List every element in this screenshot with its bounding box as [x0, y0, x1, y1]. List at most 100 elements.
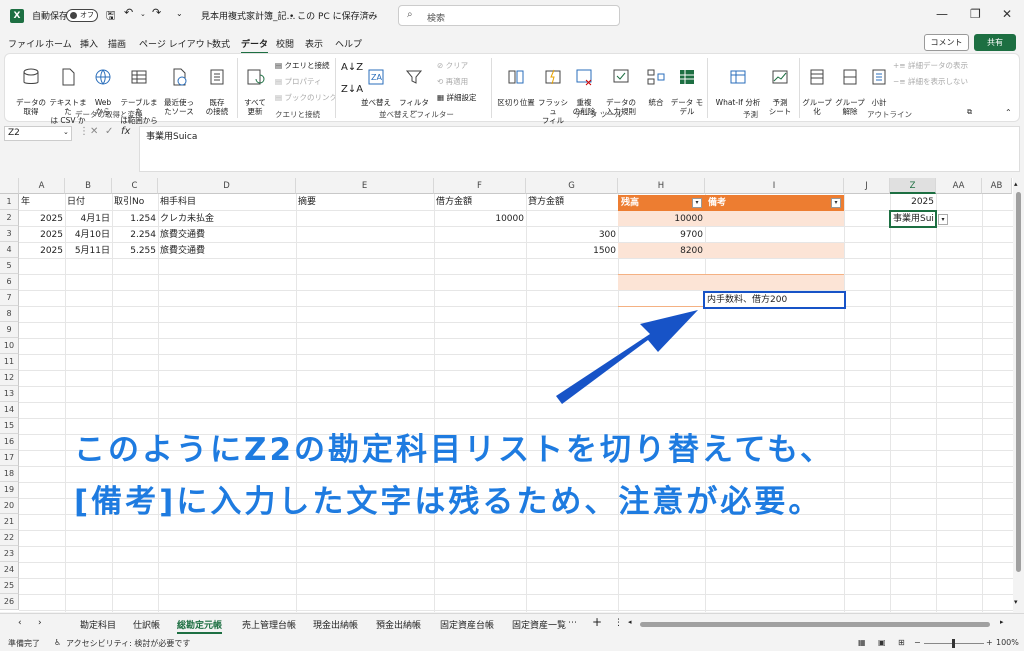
close-icon[interactable]: ✕: [1002, 7, 1012, 21]
get-data-button[interactable]: データの 取得: [11, 58, 51, 116]
col-header[interactable]: F: [434, 178, 526, 194]
restore-icon[interactable]: ❐: [970, 7, 981, 21]
col-header[interactable]: H: [618, 178, 705, 194]
sheet-tab[interactable]: 仕訳帳: [133, 618, 160, 631]
cell-a4[interactable]: 2025: [19, 243, 65, 259]
sheet-tab-active[interactable]: 総勘定元帳: [177, 618, 223, 634]
worksheet-grid[interactable]: A B C D E F G H I J Z AA AB 1 2 3 4 5 6 7 8 9 10 1…: [0, 178, 1024, 612]
row-header[interactable]: 21: [0, 514, 19, 530]
col-header[interactable]: C: [112, 178, 158, 194]
sheet-tab[interactable]: 売上管理台帳: [242, 618, 296, 631]
cell-h3[interactable]: 9700: [618, 227, 705, 243]
data-model-button[interactable]: データ モ デル: [669, 58, 705, 116]
list-dropdown-icon[interactable]: ▾: [938, 214, 948, 225]
undo-icon[interactable]: ↶: [124, 6, 133, 19]
customize-qat-icon[interactable]: ⌄: [176, 9, 183, 18]
row-header[interactable]: 15: [0, 418, 19, 434]
cell-g1[interactable]: 貸方金額: [526, 194, 618, 210]
row-header[interactable]: 23: [0, 546, 19, 562]
col-header[interactable]: AA: [936, 178, 982, 194]
existing-connections-button[interactable]: 既存 の接続: [199, 58, 235, 116]
consolidate-button[interactable]: 統合: [643, 58, 669, 107]
more-sheets-icon[interactable]: ⋯: [568, 618, 577, 628]
row-header[interactable]: 7: [0, 290, 19, 306]
cell-b4[interactable]: 5月11日: [65, 243, 112, 259]
row-header[interactable]: 3: [0, 226, 19, 242]
col-header[interactable]: A: [19, 178, 65, 194]
properties-button[interactable]: ▤ プロパティ: [275, 76, 322, 87]
vertical-scrollbar[interactable]: ▴ ▾: [1013, 178, 1024, 612]
col-header[interactable]: J: [844, 178, 890, 194]
enter-icon[interactable]: ✓: [105, 126, 113, 137]
col-header[interactable]: G: [526, 178, 618, 194]
name-box[interactable]: Z2: [4, 126, 72, 141]
row-header[interactable]: 4: [0, 242, 19, 258]
row-header[interactable]: 10: [0, 338, 19, 354]
tab-options-icon[interactable]: ⋮: [614, 618, 623, 628]
row-header[interactable]: 25: [0, 578, 19, 594]
cell-d4[interactable]: 旅費交通費: [158, 243, 296, 259]
filter-dropdown-icon[interactable]: ▾: [692, 198, 702, 208]
sheet-tab[interactable]: 固定資産一覧: [512, 618, 566, 631]
accessibility-status[interactable]: アクセシビリティ: 検討が必要です: [66, 638, 190, 649]
cell-h1-balance-header[interactable]: 残高 ▾: [618, 195, 705, 211]
remove-duplicates-button[interactable]: 重複 の削除: [569, 58, 599, 116]
cell-c2[interactable]: 1.254: [112, 211, 158, 227]
tab-review[interactable]: 校閲: [276, 37, 294, 50]
web-button[interactable]: Web から: [89, 58, 117, 116]
clear-button[interactable]: ⊘ クリア: [437, 60, 468, 71]
filter-dropdown-icon[interactable]: ▾: [831, 198, 841, 208]
row-header[interactable]: 20: [0, 498, 19, 514]
normal-view-icon[interactable]: ▦: [858, 638, 866, 647]
cell-f2[interactable]: 10000: [434, 211, 526, 227]
tab-insert[interactable]: 挿入: [80, 37, 98, 50]
undo-dropdown-icon[interactable]: ⌄: [140, 10, 146, 18]
page-break-view-icon[interactable]: ⊞: [898, 638, 905, 647]
filter-button[interactable]: フィルター: [397, 58, 431, 116]
save-icon[interactable]: 🖫: [106, 7, 115, 26]
row-header[interactable]: 12: [0, 370, 19, 386]
tab-view[interactable]: 表示: [305, 37, 323, 50]
cell-a2[interactable]: 2025: [19, 211, 65, 227]
queries-connections-button[interactable]: ▤ クエリと接続: [275, 60, 329, 71]
flash-fill-button[interactable]: フラッシュ フィル: [535, 58, 571, 125]
cell-h2[interactable]: 10000: [618, 211, 705, 227]
tab-home[interactable]: ホーム: [45, 37, 72, 50]
advanced-filter-button[interactable]: ▦ 詳細設定: [437, 92, 476, 103]
reapply-button[interactable]: ⟲ 再適用: [437, 76, 468, 87]
row-header[interactable]: 19: [0, 482, 19, 498]
comment-button[interactable]: コメント: [924, 34, 969, 51]
cell-d3[interactable]: 旅費交通費: [158, 227, 296, 243]
tab-help[interactable]: ヘルプ: [335, 37, 362, 50]
tab-data[interactable]: データ: [241, 37, 269, 54]
cell-z1[interactable]: 2025: [890, 194, 936, 210]
page-layout-view-icon[interactable]: ▣: [878, 638, 886, 647]
row-header[interactable]: 22: [0, 530, 19, 546]
sheet-tab[interactable]: 勘定科目: [80, 618, 116, 631]
row-header[interactable]: 13: [0, 386, 19, 402]
row-header[interactable]: 17: [0, 450, 19, 466]
refresh-all-button[interactable]: すべて 更新: [239, 58, 271, 116]
zoom-in-icon[interactable]: +: [986, 638, 993, 647]
show-detail-button[interactable]: +≡ 詳細データの表示: [893, 60, 968, 71]
cell-c1[interactable]: 取引No: [112, 194, 158, 210]
cell-e1[interactable]: 摘要: [296, 194, 434, 210]
cell-g4[interactable]: 1500: [526, 243, 618, 259]
col-header[interactable]: E: [296, 178, 434, 194]
cell-b1[interactable]: 日付: [65, 194, 112, 210]
zoom-slider-handle[interactable]: [952, 639, 955, 648]
col-header[interactable]: AB: [982, 178, 1012, 194]
row-header[interactable]: 11: [0, 354, 19, 370]
tab-scroll-left-icon[interactable]: ‹: [18, 618, 22, 628]
sheet-tab[interactable]: 現金出納帳: [313, 618, 358, 631]
row-header[interactable]: 5: [0, 258, 19, 274]
cell-i1-note-header[interactable]: 備考 ▾: [705, 195, 844, 211]
scroll-right-icon[interactable]: ▸: [1000, 618, 1004, 626]
cell-g3[interactable]: 300: [526, 227, 618, 243]
select-all-corner[interactable]: [0, 178, 19, 194]
row-header[interactable]: 8: [0, 306, 19, 322]
row-header[interactable]: 6: [0, 274, 19, 290]
row-header[interactable]: 9: [0, 322, 19, 338]
tab-file[interactable]: ファイル: [8, 37, 44, 50]
cell-d1[interactable]: 相手科目: [158, 194, 296, 210]
